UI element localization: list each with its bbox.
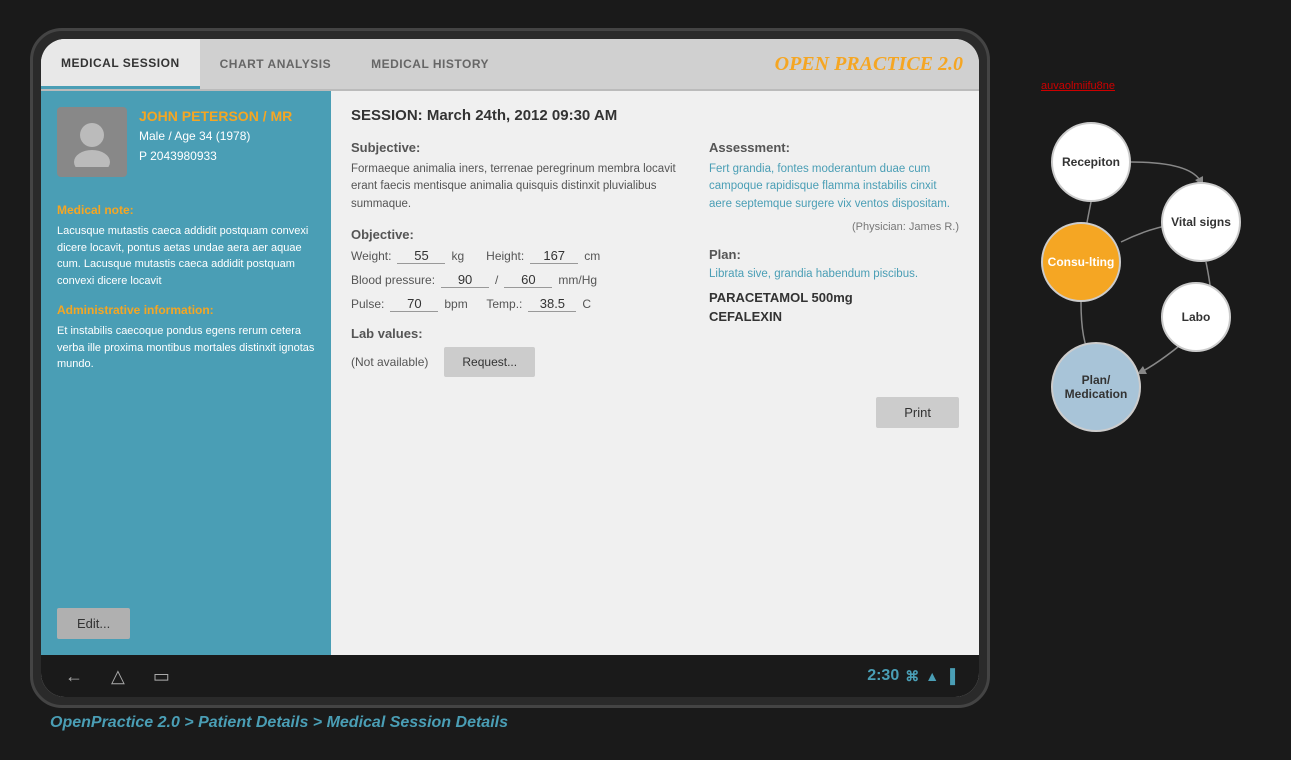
request-button[interactable]: Request... — [444, 347, 535, 377]
signal-icon: ▲ — [925, 668, 939, 684]
session-title: SESSION: March 24th, 2012 09:30 AM — [351, 107, 959, 124]
status-bar: 2:30 ⌘ ▲ ▐ — [867, 667, 955, 685]
lab-values-heading: Lab values: — [351, 326, 685, 341]
back-icon[interactable]: ← — [65, 666, 83, 687]
medical-note-label: Medical note: — [57, 203, 315, 217]
admin-info-text: Et instabilis caecoque pondus egens reru… — [57, 323, 315, 373]
node-vital-signs[interactable]: Vital signs — [1161, 182, 1241, 262]
weight-input[interactable] — [397, 248, 445, 264]
height-label: Height: — [486, 249, 524, 263]
avatar — [57, 107, 127, 177]
temp-label: Temp.: — [486, 297, 522, 311]
bp-separator: / — [495, 273, 498, 287]
node-reception[interactable]: Recepiton — [1051, 122, 1131, 202]
left-panel: JOHN PETERSON / MR Male / Age 34 (1978) … — [41, 91, 331, 655]
tab-medical-session[interactable]: MEDICAL SESSION — [41, 39, 200, 89]
medication-1: PARACETAMOL 500mg — [709, 290, 959, 305]
plan-heading: Plan: — [709, 247, 959, 262]
wifi-icon: ⌘ — [905, 668, 919, 685]
subjective-heading: Subjective: — [351, 140, 685, 155]
assessment-heading: Assessment: — [709, 140, 959, 155]
node-plan-medication[interactable]: Plan/ Medication — [1051, 342, 1141, 432]
main-content: JOHN PETERSON / MR Male / Age 34 (1978) … — [41, 91, 979, 655]
edit-button[interactable]: Edit... — [57, 608, 130, 639]
assessment-text: Fert grandia, fontes moderantum duae cum… — [709, 161, 959, 213]
height-input[interactable] — [530, 248, 578, 264]
temp-input[interactable] — [528, 296, 576, 312]
recent-icon[interactable]: ▭ — [153, 666, 170, 687]
bp-systolic-input[interactable] — [441, 272, 489, 288]
pulse-unit: bpm — [444, 297, 467, 311]
session-left-col: Subjective: Formaeque animalia iners, te… — [351, 140, 685, 377]
nav-icons: ← △ ▭ — [65, 666, 170, 687]
home-icon[interactable]: △ — [111, 666, 125, 687]
lab-values-row: (Not available) Request... — [351, 347, 685, 377]
right-panel: SESSION: March 24th, 2012 09:30 AM Subje… — [331, 91, 979, 655]
temp-unit: C — [582, 297, 591, 311]
battery-icon: ▐ — [945, 668, 955, 684]
weight-label: Weight: — [351, 249, 391, 263]
patient-demographics: Male / Age 34 (1978) — [139, 129, 315, 143]
bp-diastolic-input[interactable] — [504, 272, 552, 288]
breadcrumb: OpenPractice 2.0 > Patient Details > Med… — [50, 714, 508, 732]
patient-name: JOHN PETERSON / MR — [139, 107, 315, 125]
patient-info: JOHN PETERSON / MR Male / Age 34 (1978) … — [139, 107, 315, 163]
objective-section: Objective: Weight: kg Height: cm — [351, 227, 685, 312]
admin-info-label: Administrative information: — [57, 303, 315, 317]
node-labo[interactable]: Labo — [1161, 282, 1231, 352]
flow-diagram: auvaolmiifu8ne Recepiton C — [1041, 80, 1261, 442]
pulse-input[interactable] — [390, 296, 438, 312]
patient-phone: P 2043980933 — [139, 149, 315, 163]
bp-unit: mm/Hg — [558, 273, 597, 287]
flow-nodes: Recepiton Consu-lting Vital signs Labo P… — [1041, 122, 1241, 442]
height-unit: cm — [584, 249, 600, 263]
physician-note: (Physician: James R.) — [709, 221, 959, 233]
medical-note-text: Lacusque mutastis caeca addidit postquam… — [57, 223, 315, 289]
android-nav-bar: ← △ ▭ 2:30 ⌘ ▲ ▐ — [41, 655, 979, 697]
pulse-label: Pulse: — [351, 297, 384, 311]
time-display: 2:30 — [867, 667, 899, 685]
bp-label: Blood pressure: — [351, 273, 435, 287]
tab-medical-history[interactable]: MEDICAL HISTORY — [351, 39, 509, 89]
objective-heading: Objective: — [351, 227, 685, 242]
lab-values-section: Lab values: (Not available) Request... — [351, 326, 685, 377]
node-consulting[interactable]: Consu-lting — [1041, 222, 1121, 302]
pulse-row: Pulse: bpm Temp.: C — [351, 296, 685, 312]
session-right-col: Assessment: Fert grandia, fontes moderan… — [709, 140, 959, 377]
medication-2: CEFALEXIN — [709, 309, 959, 324]
bottom-row: Print — [351, 397, 959, 428]
patient-header: JOHN PETERSON / MR Male / Age 34 (1978) … — [57, 107, 315, 177]
tablet-screen: MEDICAL SESSION CHART ANALYSIS MEDICAL H… — [41, 39, 979, 697]
tab-bar: MEDICAL SESSION CHART ANALYSIS MEDICAL H… — [41, 39, 979, 91]
tab-chart-analysis[interactable]: CHART ANALYSIS — [200, 39, 351, 89]
lab-values-status: (Not available) — [351, 355, 428, 369]
tablet-frame: MEDICAL SESSION CHART ANALYSIS MEDICAL H… — [30, 28, 990, 708]
weight-row: Weight: kg Height: cm — [351, 248, 685, 264]
app-title: OPEN PRACTICE 2.0 — [775, 39, 979, 89]
subjective-text: Formaeque animalia iners, terrenae pereg… — [351, 161, 685, 213]
session-content: Subjective: Formaeque animalia iners, te… — [351, 140, 959, 377]
plan-text: Librata sive, grandia habendum piscibus. — [709, 268, 959, 280]
weight-unit: kg — [451, 249, 464, 263]
print-button[interactable]: Print — [876, 397, 959, 428]
bp-row: Blood pressure: / mm/Hg — [351, 272, 685, 288]
flow-link[interactable]: auvaolmiifu8ne — [1041, 80, 1261, 92]
edit-btn-container: Edit... — [57, 592, 315, 639]
